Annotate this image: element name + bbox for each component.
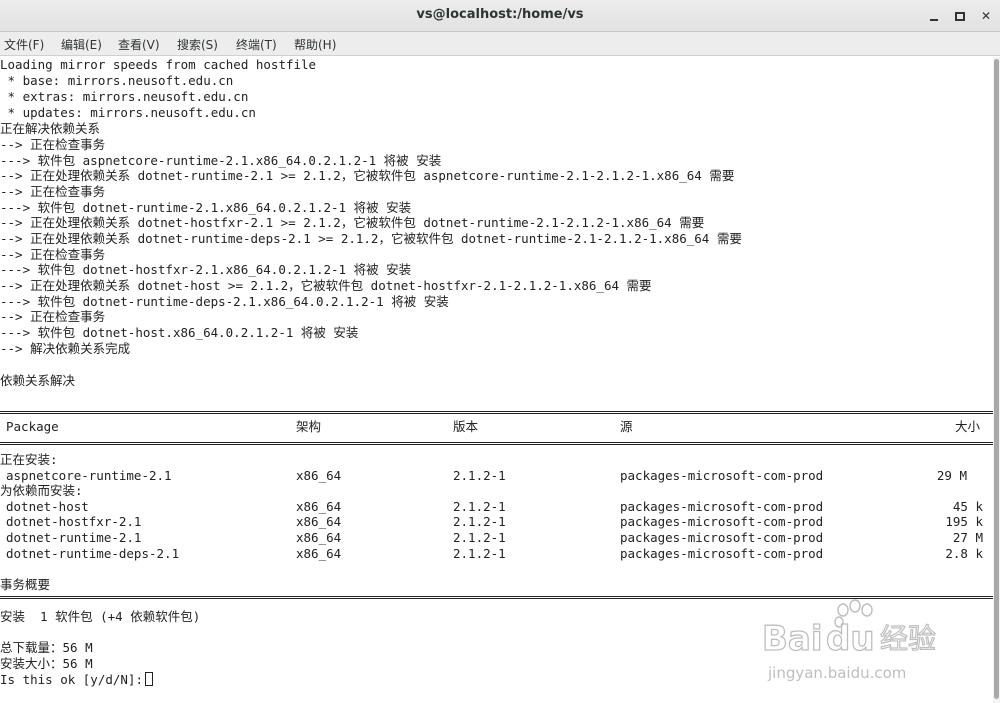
header-repo: 源 [620,419,633,434]
output-line: ---> 软件包 dotnet-host.x86_64.0.2.1.2-1 将被… [0,325,359,340]
package-size: 45 k [952,499,983,514]
header-size: 大小 [954,419,980,434]
baidu-watermark-logo: Bai du 经验 jingyan.baidu.com [761,599,937,682]
scrollbar-thumb[interactable] [994,59,999,699]
summary-title: 事务概要 [0,577,51,592]
package-version: 2.1.2-1 [453,530,506,545]
package-name: dotnet-runtime-2.1 [6,530,142,545]
watermark-brand: Bai [762,619,823,659]
output-line: --> 正在检查事务 [0,247,106,262]
output-line: * updates: mirrors.neusoft.edu.cn [0,105,256,120]
installing-label: 正在安装: [0,452,58,467]
header-arch: 架构 [296,419,322,434]
package-repo: packages-microsoft-com-prod [620,546,824,561]
package-size: 29 M [936,468,967,483]
package-name: aspnetcore-runtime-2.1 [6,468,172,483]
installed-size: 安装大小：56 M [0,656,93,671]
output-line: --> 正在检查事务 [0,137,106,152]
close-icon: ✕ [980,9,992,23]
output-line: ---> 软件包 aspnetcore-runtime-2.1.x86_64.0… [0,153,442,168]
output-line: 正在解决依赖关系 [0,121,101,136]
package-name: dotnet-host [6,499,89,514]
output-line: --> 正在处理依赖关系 dotnet-runtime-deps-2.1 >= … [0,231,742,246]
package-repo: packages-microsoft-com-prod [620,468,824,483]
title-bar[interactable]: vs@localhost:/home/vs ✕ [0,0,1000,32]
output-line: 依赖关系解决 [0,373,76,388]
package-size: 27 M [952,530,983,545]
output-line: * base: mirrors.neusoft.edu.cn [0,73,234,88]
output-line: * extras: mirrors.neusoft.edu.cn [0,89,249,104]
package-arch: x86_64 [296,468,342,483]
package-version: 2.1.2-1 [453,468,506,483]
menu-edit[interactable]: 编辑(E) [61,36,102,53]
package-repo: packages-microsoft-com-prod [620,514,824,529]
menu-terminal[interactable]: 终端(T) [236,36,277,53]
package-arch: x86_64 [296,514,342,529]
terminal-window: vs@localhost:/home/vs ✕ 文件(F) 编辑(E) 查看(V… [0,0,1000,703]
menu-search[interactable]: 搜索(S) [177,36,218,53]
menu-file[interactable]: 文件(F) [4,36,44,53]
prompt-text: Is this ok [y/d/N]: [0,672,143,687]
menu-bar: 文件(F) 编辑(E) 查看(V) 搜索(S) 终端(T) 帮助(H) [0,32,1000,56]
svg-text:du: du [826,619,875,659]
package-arch: x86_64 [296,546,342,561]
watermark-url: jingyan.baidu.com [767,664,906,682]
header-version: 版本 [453,419,479,434]
package-arch: x86_64 [296,499,342,514]
maximize-icon [955,12,965,21]
output-line: --> 解决依赖关系完成 [0,341,131,356]
close-button[interactable]: ✕ [976,6,996,26]
package-name: dotnet-runtime-deps-2.1 [6,546,180,561]
output-line: --> 正在检查事务 [0,309,106,324]
confirm-prompt[interactable]: Is this ok [y/d/N]: [0,672,153,688]
package-size: 195 k [945,514,983,529]
table-separator [0,411,993,414]
package-repo: packages-microsoft-com-prod [620,499,824,514]
output-line: ---> 软件包 dotnet-hostfxr-2.1.x86_64.0.2.1… [0,262,412,277]
summary-line: 安装 1 软件包 (+4 依赖软件包) [0,609,201,624]
package-version: 2.1.2-1 [453,499,506,514]
output-line: --> 正在处理依赖关系 dotnet-runtime-2.1 >= 2.1.2… [0,168,735,183]
output-line: ---> 软件包 dotnet-runtime-deps-2.1.x86_64.… [0,294,449,309]
download-size: 总下载量：56 M [0,640,93,655]
svg-text:经验: 经验 [880,622,936,655]
package-repo: packages-microsoft-com-prod [620,530,824,545]
output-line: --> 正在处理依赖关系 dotnet-hostfxr-2.1 >= 2.1.2… [0,215,705,230]
package-version: 2.1.2-1 [453,546,506,561]
package-version: 2.1.2-1 [453,514,506,529]
output-line: Loading mirror speeds from cached hostfi… [0,57,317,72]
output-line: ---> 软件包 dotnet-runtime-2.1.x86_64.0.2.1… [0,200,412,215]
text-cursor [145,672,153,686]
header-package: Package [6,419,59,434]
window-title: vs@localhost:/home/vs [416,7,584,22]
menu-help[interactable]: 帮助(H) [294,36,336,53]
vertical-scrollbar[interactable] [993,57,1000,703]
menu-view[interactable]: 查看(V) [118,36,160,53]
package-name: dotnet-hostfxr-2.1 [6,514,142,529]
minimize-button[interactable] [924,6,944,26]
table-separator [0,442,993,445]
output-line: --> 正在检查事务 [0,184,106,199]
minimize-icon [930,18,938,21]
package-arch: x86_64 [296,530,342,545]
output-line: --> 正在处理依赖关系 dotnet-host >= 2.1.2，它被软件包 … [0,278,652,293]
dependency-label: 为依赖而安装: [0,483,83,498]
maximize-button[interactable] [950,6,970,26]
package-size: 2.8 k [945,546,983,561]
